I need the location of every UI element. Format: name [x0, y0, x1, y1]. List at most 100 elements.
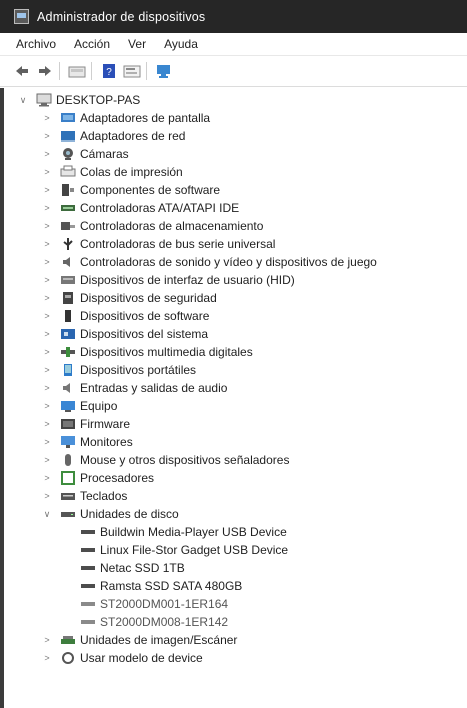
- chevron-right-icon[interactable]: >: [42, 131, 52, 141]
- chevron-right-icon[interactable]: >: [42, 455, 52, 465]
- tree-category[interactable]: > Dispositivos de interfaz de usuario (H…: [42, 271, 294, 289]
- properties-icon[interactable]: [122, 62, 142, 80]
- menu-archivo[interactable]: Archivo: [14, 37, 58, 51]
- tree-category[interactable]: > Dispositivos del sistema: [42, 325, 208, 343]
- processor-icon: [60, 471, 76, 485]
- menu-ver[interactable]: Ver: [126, 37, 148, 51]
- tree-category[interactable]: > Unidades de imagen/Escáner: [42, 631, 237, 649]
- menu-accion[interactable]: Acción: [72, 37, 112, 51]
- display-adapter-icon: [60, 111, 76, 125]
- back-arrow-icon[interactable]: [12, 62, 32, 80]
- chevron-right-icon[interactable]: >: [42, 401, 52, 411]
- chevron-right-icon[interactable]: >: [42, 635, 52, 645]
- chevron-right-icon[interactable]: >: [42, 419, 52, 429]
- chevron-right-icon[interactable]: >: [42, 437, 52, 447]
- tree-category[interactable]: > Firmware: [42, 415, 130, 433]
- category-label: Componentes de software: [80, 183, 221, 197]
- window-title: Administrador de dispositivos: [37, 9, 206, 24]
- help-icon[interactable]: ?: [99, 62, 119, 80]
- window-left-edge: [0, 88, 4, 708]
- chevron-right-icon[interactable]: >: [42, 221, 52, 231]
- audio-io-icon: [60, 381, 76, 395]
- tree-device[interactable]: ST2000DM008-1ER142: [72, 613, 228, 631]
- chevron-right-icon[interactable]: >: [42, 365, 52, 375]
- chevron-right-icon[interactable]: >: [42, 275, 52, 285]
- category-label: Entradas y salidas de audio: [80, 381, 228, 395]
- tree-category[interactable]: > Controladoras de bus serie universal: [42, 235, 275, 253]
- device-label: Netac SSD 1TB: [100, 561, 185, 575]
- tree-device[interactable]: Buildwin Media-Player USB Device: [72, 523, 287, 541]
- chevron-right-icon[interactable]: >: [42, 185, 52, 195]
- category-label: Controladoras de bus serie universal: [80, 237, 276, 251]
- tree-category[interactable]: > Monitores: [42, 433, 132, 451]
- chevron-right-icon[interactable]: >: [42, 473, 52, 483]
- chevron-right-icon[interactable]: >: [42, 203, 52, 213]
- tree-category[interactable]: ∨ Unidades de disco: [42, 505, 179, 523]
- tree-category[interactable]: > Adaptadores de pantalla: [42, 109, 210, 127]
- tree-category[interactable]: > Equipo: [42, 397, 117, 415]
- tree-category[interactable]: > Dispositivos multimedia digitales: [42, 343, 252, 361]
- chevron-down-icon[interactable]: ∨: [42, 509, 52, 520]
- toolbar: ?: [0, 55, 467, 87]
- menu-ayuda[interactable]: Ayuda: [162, 37, 200, 51]
- tree-category[interactable]: > Componentes de software: [42, 181, 220, 199]
- portable-device-icon: [60, 363, 76, 377]
- category-label: Dispositivos de seguridad: [80, 291, 217, 305]
- tree-device[interactable]: ST2000DM001-1ER164: [72, 595, 228, 613]
- chevron-right-icon[interactable]: >: [42, 239, 52, 249]
- tree-device[interactable]: Netac SSD 1TB: [72, 559, 185, 577]
- tree-category[interactable]: > Colas de impresión: [42, 163, 182, 181]
- tree-category[interactable]: > Controladoras ATA/ATAPI IDE: [42, 199, 239, 217]
- tree-category[interactable]: > Dispositivos de seguridad: [42, 289, 217, 307]
- chevron-right-icon[interactable]: >: [42, 293, 52, 303]
- chevron-right-icon[interactable]: >: [42, 653, 52, 663]
- scan-hardware-icon[interactable]: [154, 62, 174, 80]
- tree-category[interactable]: > Dispositivos portátiles: [42, 361, 196, 379]
- chevron-right-icon[interactable]: >: [42, 347, 52, 357]
- chevron-right-icon[interactable]: >: [42, 491, 52, 501]
- chevron-right-icon[interactable]: >: [42, 257, 52, 267]
- tree-category[interactable]: > Procesadores: [42, 469, 154, 487]
- tree-category[interactable]: > Controladoras de sonido y vídeo y disp…: [42, 253, 377, 271]
- category-label: Cámaras: [80, 147, 129, 161]
- tree-category[interactable]: > Teclados: [42, 487, 127, 505]
- chevron-right-icon[interactable]: >: [42, 329, 52, 339]
- device-view-icon[interactable]: [67, 62, 87, 80]
- disk-drive-icon: [80, 597, 96, 611]
- category-label: Equipo: [80, 399, 118, 413]
- toolbar-separator: [91, 62, 92, 80]
- tree-category[interactable]: > Adaptadores de red: [42, 127, 185, 145]
- chevron-right-icon[interactable]: >: [42, 311, 52, 321]
- tree-category[interactable]: > Entradas y salidas de audio: [42, 379, 227, 397]
- computer-icon: [36, 93, 52, 107]
- tree-category[interactable]: > Usar modelo de device: [42, 649, 203, 667]
- security-device-icon: [60, 291, 76, 305]
- tree-device[interactable]: Ramsta SSD SATA 480GB: [72, 577, 242, 595]
- network-adapter-icon: [60, 129, 76, 143]
- disk-drive-icon: [80, 579, 96, 593]
- chevron-right-icon[interactable]: >: [42, 383, 52, 393]
- forward-arrow-icon[interactable]: [35, 62, 55, 80]
- ide-controller-icon: [60, 201, 76, 215]
- chevron-right-icon[interactable]: >: [42, 113, 52, 123]
- chevron-right-icon[interactable]: >: [42, 167, 52, 177]
- chevron-down-icon[interactable]: ∨: [18, 95, 28, 106]
- scanner-icon: [60, 633, 76, 647]
- tree-category[interactable]: > Controladoras de almacenamiento: [42, 217, 263, 235]
- multimedia-device-icon: [60, 345, 76, 359]
- category-label: Usar modelo de device: [80, 651, 203, 665]
- computer-icon: [60, 399, 76, 413]
- svg-text:?: ?: [106, 67, 112, 78]
- category-label: Adaptadores de red: [80, 129, 186, 143]
- category-label: Unidades de imagen/Escáner: [80, 633, 238, 647]
- tree-category[interactable]: > Cámaras: [42, 145, 129, 163]
- chevron-right-icon[interactable]: >: [42, 149, 52, 159]
- toolbar-separator: [146, 62, 147, 80]
- mouse-icon: [60, 453, 76, 467]
- tree-device[interactable]: Linux File-Stor Gadget USB Device: [72, 541, 288, 559]
- tree-category[interactable]: > Dispositivos de software: [42, 307, 209, 325]
- usb-icon: [60, 237, 76, 251]
- tree-root[interactable]: ∨ DESKTOP-PAS: [18, 91, 141, 109]
- tree-category[interactable]: > Mouse y otros dispositivos señaladores: [42, 451, 289, 469]
- device-label: Buildwin Media-Player USB Device: [100, 525, 287, 539]
